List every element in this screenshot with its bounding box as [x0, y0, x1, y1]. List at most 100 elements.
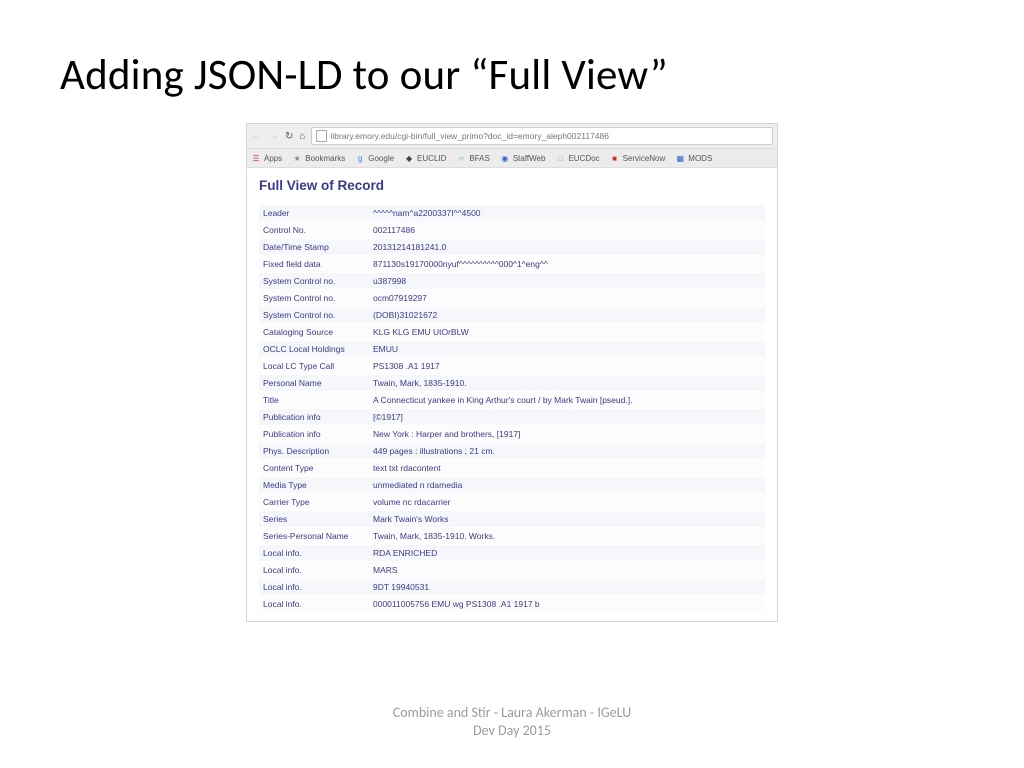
record-field-label: System Control no. — [259, 273, 369, 290]
bookmark-item: ★Bookmarks — [292, 153, 345, 163]
record-field-value: 871130s19170000nyuf^^^^^^^^^^000^1^eng^^ — [369, 256, 765, 273]
record-field-value: 002117486 — [369, 222, 765, 239]
record-row: Personal NameTwain, Mark, 1835-1910. — [259, 375, 765, 392]
record-field-label: Local info. — [259, 545, 369, 562]
record-field-label: Local info. — [259, 579, 369, 596]
record-field-value: KLG KLG EMU UtOrBLW — [369, 324, 765, 341]
record-field-value: Twain, Mark, 1835-1910. — [369, 375, 765, 392]
record-field-value: u387998 — [369, 273, 765, 290]
record-field-label: Carrier Type — [259, 494, 369, 511]
record-row: Local info.RDA ENRICHED — [259, 545, 765, 562]
page-icon — [316, 130, 327, 142]
record-row: Phys. Description449 pages : illustratio… — [259, 443, 765, 460]
record-field-label: Leader — [259, 205, 369, 222]
slide-footer: Combine and Stir - Laura Akerman - IGeLU… — [0, 704, 1024, 740]
record-row: Publication info[©1917] — [259, 409, 765, 426]
bookmark-label: EUCLID — [417, 154, 446, 163]
record-field-label: Local info. — [259, 562, 369, 579]
record-row: Local LC Type CallPS1308 .A1 1917 — [259, 358, 765, 375]
bookmark-item: ◉StaffWeb — [500, 153, 546, 163]
footer-line-2: Dev Day 2015 — [0, 722, 1024, 740]
bookmark-item: ◆EUCLID — [404, 153, 446, 163]
record-row: Publication infoNew York : Harper and br… — [259, 426, 765, 443]
browser-screenshot: ← → ↻ ⌂ library.emory.edu/cgi-bin/full_v… — [246, 123, 778, 622]
bookmark-item: gGoogle — [355, 153, 394, 163]
bookmark-item: ■ServiceNow — [610, 153, 666, 163]
bookmark-icon: ◉ — [500, 153, 510, 163]
record-row: System Control no.ocm07919297 — [259, 290, 765, 307]
record-field-label: System Control no. — [259, 290, 369, 307]
record-row: TitleA Connecticut yankee in King Arthur… — [259, 392, 765, 409]
record-row: Date/Time Stamp20131214181241.0 — [259, 239, 765, 256]
record-row: Local info.9DT 19940531 — [259, 579, 765, 596]
record-field-value: (DOBI)31021672 — [369, 307, 765, 324]
reload-icon: ↻ — [285, 131, 293, 142]
record-field-value: Twain, Mark, 1835-1910. Works. — [369, 528, 765, 545]
record-table: Leader^^^^^nam^a2200337I^^4500Control No… — [259, 205, 765, 613]
bookmark-item: □EUCDoc — [555, 153, 599, 163]
home-icon: ⌂ — [299, 131, 305, 142]
bookmark-item: ☰Apps — [251, 153, 282, 163]
url-bar: library.emory.edu/cgi-bin/full_view_prim… — [311, 127, 773, 145]
record-field-label: Series-Personal Name — [259, 528, 369, 545]
bookmark-icon: g — [355, 153, 365, 163]
record-field-value: A Connecticut yankee in King Arthur's co… — [369, 392, 765, 409]
record-row: System Control no.(DOBI)31021672 — [259, 307, 765, 324]
bookmark-icon: ☰ — [251, 153, 261, 163]
record-field-value: 20131214181241.0 — [369, 239, 765, 256]
record-row: System Control no.u387998 — [259, 273, 765, 290]
url-text: library.emory.edu/cgi-bin/full_view_prim… — [330, 131, 609, 141]
bookmark-icon: ■ — [610, 153, 620, 163]
bookmark-item: ○BFAS — [456, 153, 489, 163]
record-field-label: Control No. — [259, 222, 369, 239]
record-field-value: MARS — [369, 562, 765, 579]
page-content: Full View of Record Leader^^^^^nam^a2200… — [247, 168, 777, 621]
record-field-value: 000011005756 EMU wg PS1308 .A1 1917 b — [369, 596, 765, 613]
bookmark-icon: ▦ — [675, 153, 685, 163]
record-field-label: System Control no. — [259, 307, 369, 324]
record-field-value: volume nc rdacarrier — [369, 494, 765, 511]
record-row: Media Typeunmediated n rdamedia — [259, 477, 765, 494]
record-heading: Full View of Record — [259, 178, 765, 193]
bookmark-label: MODS — [688, 154, 712, 163]
bookmark-icon: □ — [555, 153, 565, 163]
record-field-label: OCLC Local Holdings — [259, 341, 369, 358]
record-field-value: 449 pages : illustrations ; 21 cm. — [369, 443, 765, 460]
record-row: Series-Personal NameTwain, Mark, 1835-19… — [259, 528, 765, 545]
record-field-label: Date/Time Stamp — [259, 239, 369, 256]
back-arrow-icon: ← — [251, 130, 262, 142]
record-field-value: unmediated n rdamedia — [369, 477, 765, 494]
record-field-value: ^^^^^nam^a2200337I^^4500 — [369, 205, 765, 222]
forward-arrow-icon: → — [268, 130, 279, 142]
record-field-label: Fixed field data — [259, 256, 369, 273]
record-row: Content Typetext txt rdacontent — [259, 460, 765, 477]
record-field-value: 9DT 19940531 — [369, 579, 765, 596]
bookmark-label: Bookmarks — [305, 154, 345, 163]
record-row: Local info.MARS — [259, 562, 765, 579]
bookmarks-bar: ☰Apps ★Bookmarks gGoogle ◆EUCLID ○BFAS ◉Staff… — [247, 149, 777, 168]
record-field-value: New York : Harper and brothers, [1917] — [369, 426, 765, 443]
bookmark-label: StaffWeb — [513, 154, 546, 163]
bookmark-label: ServiceNow — [623, 154, 666, 163]
bookmark-label: Google — [368, 154, 394, 163]
browser-nav-toolbar: ← → ↻ ⌂ library.emory.edu/cgi-bin/full_v… — [247, 124, 777, 149]
footer-line-1: Combine and Stir - Laura Akerman - IGeLU — [0, 704, 1024, 722]
bookmark-item: ▦MODS — [675, 153, 712, 163]
record-field-label: Personal Name — [259, 375, 369, 392]
record-field-label: Phys. Description — [259, 443, 369, 460]
record-field-label: Series — [259, 511, 369, 528]
record-field-value: EMUU — [369, 341, 765, 358]
record-field-value: RDA ENRICHED — [369, 545, 765, 562]
record-field-label: Publication info — [259, 409, 369, 426]
record-field-label: Publication info — [259, 426, 369, 443]
record-row: Cataloging SourceKLG KLG EMU UtOrBLW — [259, 324, 765, 341]
record-field-value: text txt rdacontent — [369, 460, 765, 477]
bookmark-label: Apps — [264, 154, 282, 163]
bookmark-label: EUCDoc — [568, 154, 599, 163]
record-field-label: Title — [259, 392, 369, 409]
bookmark-icon: ★ — [292, 153, 302, 163]
record-field-label: Cataloging Source — [259, 324, 369, 341]
record-row: OCLC Local HoldingsEMUU — [259, 341, 765, 358]
bookmark-icon: ○ — [456, 153, 466, 163]
record-field-value: PS1308 .A1 1917 — [369, 358, 765, 375]
